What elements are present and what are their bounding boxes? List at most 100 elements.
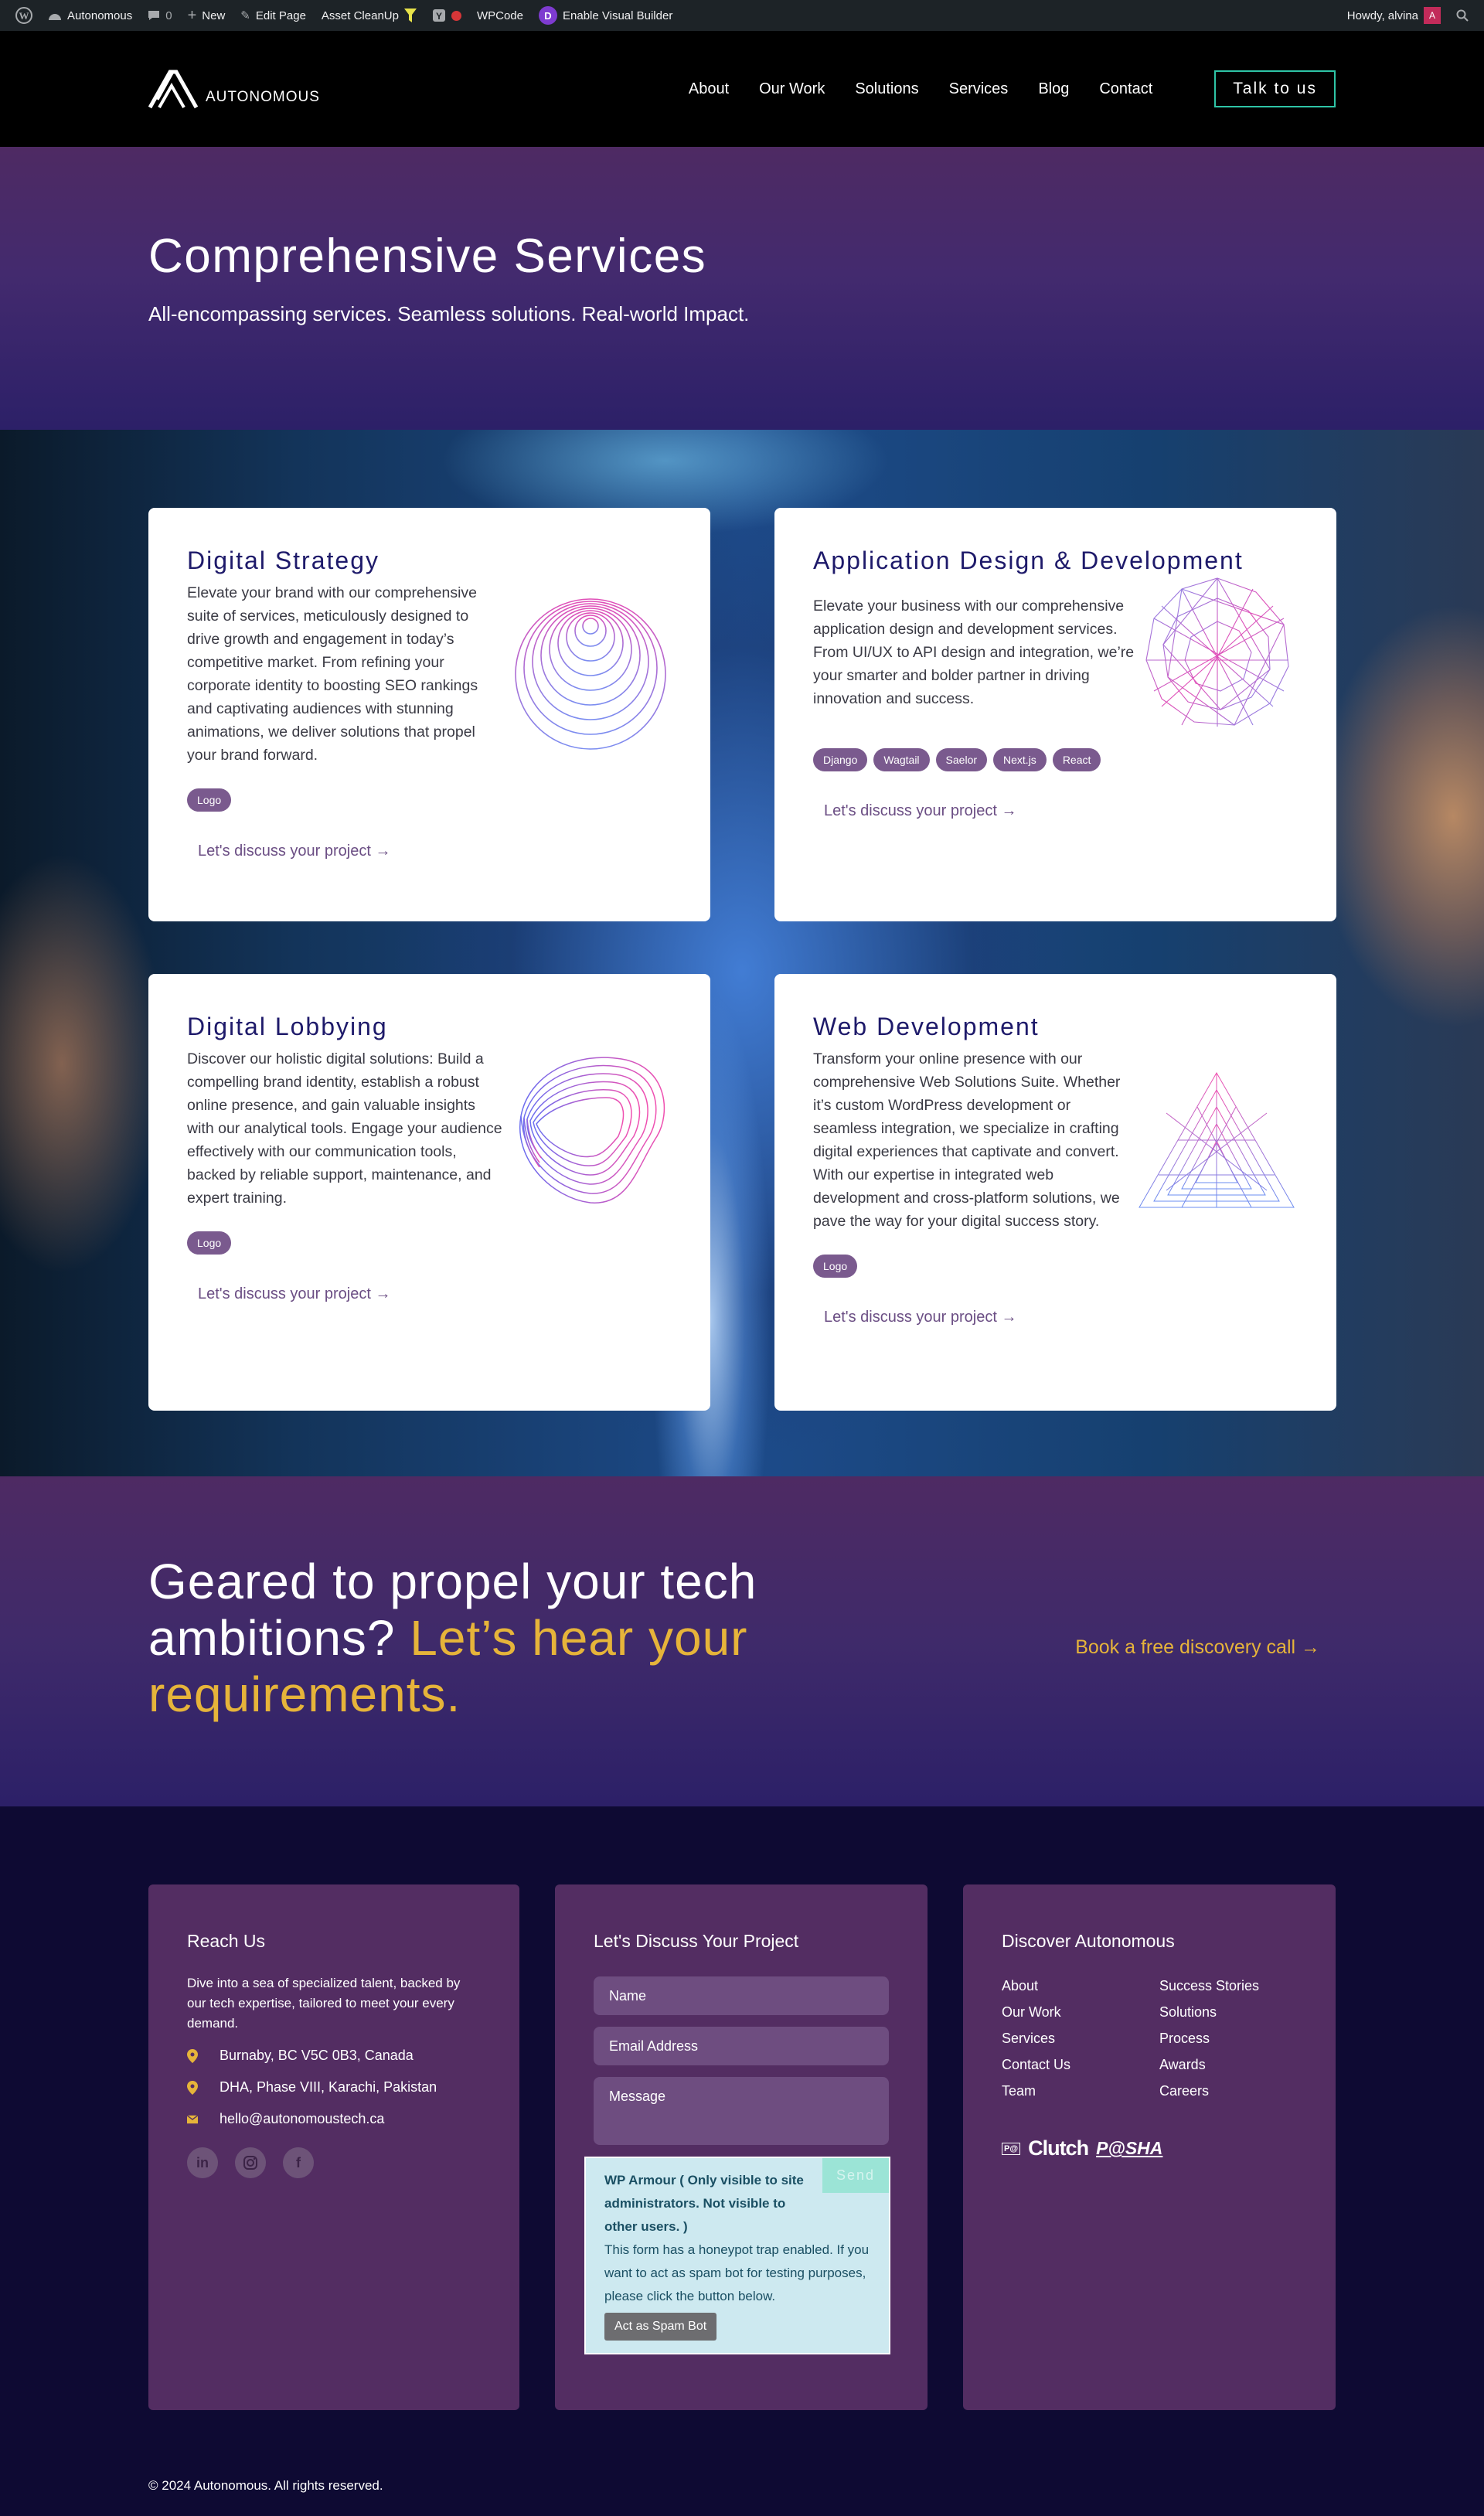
admin-bar: W Autonomous 0 + New ✎ Edit Page Asset Cle…	[0, 0, 1484, 31]
seo-status-dot-icon	[451, 10, 461, 21]
location-pin-icon	[187, 2048, 198, 2063]
footer-link-process[interactable]: Process	[1159, 2031, 1314, 2047]
email-input[interactable]: Email Address	[594, 2027, 889, 2065]
address-canada: Burnaby, BC V5C 0B3, Canada	[187, 2048, 481, 2064]
envelope-icon	[187, 2114, 198, 2124]
act-as-spam-bot-button[interactable]: Act as Spam Bot	[604, 2313, 717, 2341]
footer-link-solutions[interactable]: Solutions	[1159, 2004, 1314, 2021]
card-title: Web Development	[813, 1013, 1040, 1040]
message-textarea[interactable]: Message	[594, 2077, 889, 2145]
discuss-project-link[interactable]: Let's discuss your project →	[198, 1285, 672, 1303]
discuss-project-link[interactable]: Let's discuss your project →	[824, 1309, 1298, 1326]
address-pakistan: DHA, Phase VIII, Karachi, Pakistan	[187, 2079, 481, 2096]
panel-title: Let's Discuss Your Project	[594, 1931, 799, 1951]
card-description: Transform your online presence with our …	[813, 1050, 1121, 1230]
admin-new[interactable]: + New	[180, 0, 233, 31]
footer-link-careers[interactable]: Careers	[1159, 2083, 1314, 2099]
discuss-project-link[interactable]: Let's discuss your project →	[198, 843, 672, 860]
panel-title: Discover Autonomous	[1002, 1931, 1175, 1951]
copyright: © 2024 Autonomous. All rights reserved.	[148, 2478, 383, 2493]
nav-contact[interactable]: Contact	[1099, 80, 1152, 98]
cta-section: Geared to propel your tech ambitions? Le…	[0, 1476, 1484, 1806]
footer-link-success-stories[interactable]: Success Stories	[1159, 1978, 1314, 1994]
nav-solutions[interactable]: Solutions	[855, 80, 918, 98]
pasha-logo[interactable]: P@SHA	[1096, 2138, 1162, 2159]
dashboard-icon	[48, 10, 62, 21]
admin-site-link[interactable]: Autonomous	[40, 0, 140, 31]
nav-services[interactable]: Services	[949, 80, 1009, 98]
service-card-web-development: Web Development Transform your online pr…	[774, 974, 1336, 1411]
location-pin-icon	[187, 2080, 198, 2095]
panel-title: Reach Us	[187, 1931, 265, 1951]
discuss-project-link[interactable]: Let's discuss your project →	[824, 802, 1298, 820]
tag[interactable]: Logo	[813, 1255, 858, 1278]
card-description: Elevate your business with our comprehen…	[813, 598, 1135, 707]
admin-edit-page[interactable]: ✎ Edit Page	[233, 0, 314, 31]
site-logo[interactable]: AUTONOMOUS	[148, 69, 320, 109]
yoast-icon[interactable]: Y	[424, 0, 469, 31]
footer-link-awards[interactable]: Awards	[1159, 2057, 1314, 2073]
footer-link-about[interactable]: About	[1002, 1978, 1159, 1994]
talk-to-us-button[interactable]: Talk to us	[1214, 70, 1336, 107]
card-title: Digital Lobbying	[187, 1013, 388, 1040]
admin-visual-builder[interactable]: D Enable Visual Builder	[531, 0, 680, 31]
svg-text:Y: Y	[436, 11, 442, 22]
tag-django[interactable]: Django	[813, 748, 868, 771]
tag-saelor[interactable]: Saelor	[935, 748, 988, 771]
card-description: Discover our holistic digital solutions:…	[187, 1050, 502, 1207]
reach-text: Dive into a sea of specialized talent, b…	[187, 1976, 461, 2031]
tag-wagtail[interactable]: Wagtail	[873, 748, 930, 771]
footer-link-team[interactable]: Team	[1002, 2083, 1159, 2099]
tag[interactable]: Logo	[187, 1231, 232, 1255]
admin-search-icon[interactable]	[1448, 0, 1476, 31]
name-input[interactable]: Name	[594, 1976, 889, 2015]
svg-text:W: W	[19, 10, 29, 22]
wp-armour-notice: Send WP Armour ( Only visible to site ad…	[584, 2157, 890, 2354]
nav-our-work[interactable]: Our Work	[759, 80, 825, 98]
wp-armour-title: WP Armour ( Only visible to site adminis…	[604, 2173, 804, 2234]
plus-icon: +	[187, 6, 197, 24]
tag-nextjs[interactable]: Next.js	[993, 748, 1047, 771]
geodesic-sphere-illustration	[1136, 575, 1298, 730]
hero: Comprehensive Services All-encompassing …	[0, 147, 1484, 430]
footer-link-services[interactable]: Services	[1002, 2031, 1159, 2047]
triangle-particles-illustration	[1135, 1067, 1298, 1214]
service-card-digital-strategy: Digital Strategy Elevate your brand with…	[148, 508, 710, 921]
admin-comments[interactable]: 0	[140, 0, 179, 31]
divi-icon: D	[539, 6, 557, 25]
page-title: Comprehensive Services	[148, 230, 707, 283]
clutch-logo[interactable]: Clutch	[1028, 2136, 1089, 2160]
card-description: Elevate your brand with our comprehensiv…	[187, 584, 478, 764]
services-section: Digital Strategy Elevate your brand with…	[0, 430, 1484, 1476]
card-title: Digital Strategy	[187, 546, 380, 574]
logo-mark-icon	[148, 70, 199, 109]
admin-wpcode[interactable]: WPCode	[469, 0, 531, 31]
email-contact[interactable]: hello@autonomoustech.ca	[187, 2111, 481, 2127]
footer-link-contact-us[interactable]: Contact Us	[1002, 2057, 1159, 2073]
send-button[interactable]: Send	[822, 2158, 889, 2193]
cta-heading: Geared to propel your tech ambitions? Le…	[148, 1554, 757, 1722]
linkedin-icon[interactable]: in	[187, 2147, 218, 2178]
wp-armour-text: This form has a honeypot trap enabled. I…	[604, 2242, 870, 2303]
site-footer: Reach Us Dive into a sea of specialized …	[0, 1806, 1484, 2516]
tag-react[interactable]: React	[1052, 748, 1101, 771]
wave-blob-illustration	[509, 1051, 672, 1206]
admin-asset-cleanup[interactable]: Asset CleanUp	[314, 0, 424, 31]
funnel-icon	[403, 9, 417, 22]
main-nav: About Our Work Solutions Services Blog C…	[659, 70, 1336, 107]
card-title: Application Design & Development	[813, 546, 1244, 574]
facebook-icon[interactable]: f	[283, 2147, 314, 2178]
nav-blog[interactable]: Blog	[1038, 80, 1069, 98]
service-card-application-design: Application Design & Development Elevate…	[774, 508, 1336, 921]
reach-us-panel: Reach Us Dive into a sea of specialized …	[148, 1884, 519, 2410]
admin-account[interactable]: Howdy, alvina A	[1339, 0, 1448, 31]
nav-about[interactable]: About	[689, 80, 729, 98]
footer-link-our-work[interactable]: Our Work	[1002, 2004, 1159, 2021]
book-discovery-call-link[interactable]: Book a free discovery call →	[1075, 1636, 1320, 1806]
contact-form-panel: Let's Discuss Your Project Name Email Ad…	[555, 1884, 928, 2410]
wordpress-logo-icon[interactable]: W	[8, 0, 40, 31]
avatar: A	[1424, 7, 1441, 24]
tag[interactable]: Logo	[187, 788, 232, 812]
page-subtitle: All-encompassing services. Seamless solu…	[148, 302, 750, 325]
instagram-icon[interactable]	[235, 2147, 266, 2178]
